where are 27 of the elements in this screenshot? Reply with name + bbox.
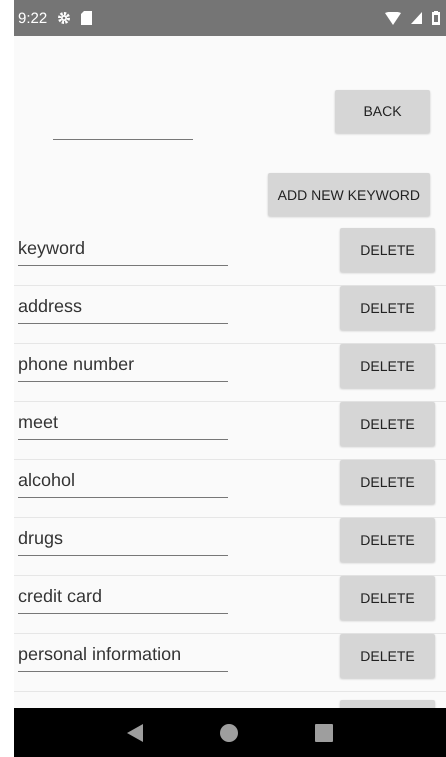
- delete-button[interactable]: DELETE: [340, 228, 435, 272]
- keyword-field[interactable]: alcohol: [18, 466, 228, 498]
- keyword-field[interactable]: keyword: [18, 234, 228, 266]
- keyword-field[interactable]: credit card: [18, 582, 228, 614]
- clock-time: 9:22: [18, 10, 48, 26]
- keyword-field[interactable]: drugs: [18, 524, 228, 556]
- wifi-icon: [385, 12, 401, 24]
- add-keyword-button[interactable]: ADD NEW KEYWORD: [268, 173, 430, 216]
- sd-card-icon: [81, 11, 92, 25]
- home-icon[interactable]: [220, 724, 238, 742]
- delete-button[interactable]: DELETE: [340, 518, 435, 562]
- back-button[interactable]: BACK: [335, 90, 430, 132]
- delete-button[interactable]: DELETE: [340, 344, 435, 388]
- battery-icon: [432, 11, 440, 25]
- keyword-field[interactable]: address: [18, 292, 228, 324]
- delete-button[interactable]: DELETE: [340, 460, 435, 504]
- keyword-field[interactable]: meet: [18, 408, 228, 440]
- delete-button[interactable]: DELETE: [340, 634, 435, 678]
- back-icon[interactable]: [127, 724, 144, 742]
- signal-icon: [411, 12, 422, 24]
- keyword-field[interactable]: phone number: [18, 350, 228, 382]
- recents-icon[interactable]: [314, 724, 333, 742]
- delete-button[interactable]: DELETE: [340, 286, 435, 330]
- keyword-field[interactable]: personal information: [18, 640, 228, 672]
- delete-button[interactable]: DELETE: [340, 402, 435, 446]
- delete-button[interactable]: DELETE: [340, 576, 435, 620]
- settings-icon: [57, 11, 72, 25]
